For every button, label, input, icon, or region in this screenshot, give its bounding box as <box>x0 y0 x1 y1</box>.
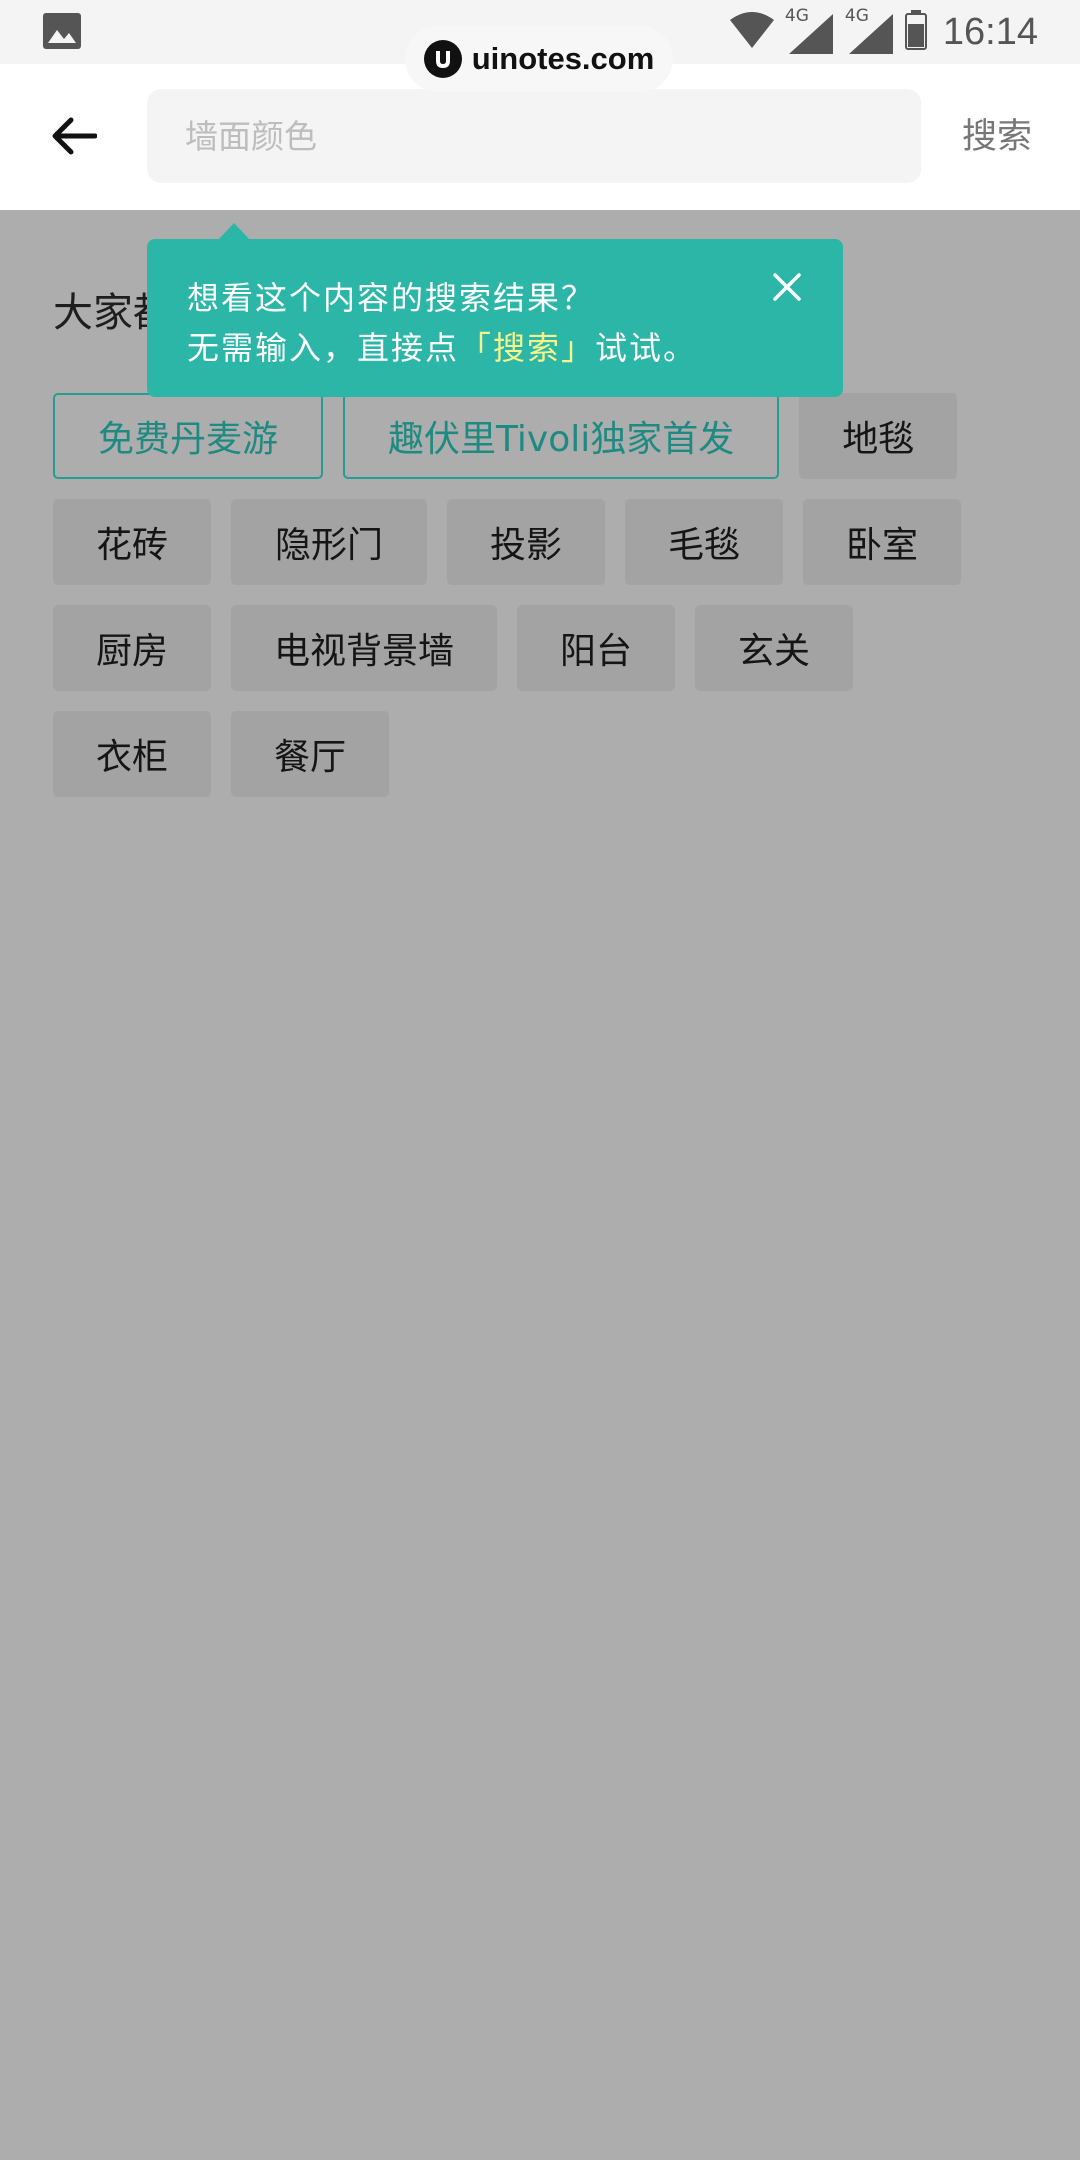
tag-item[interactable]: 衣柜 <box>53 711 211 797</box>
watermark-text: uinotes.com <box>471 41 655 76</box>
search-input[interactable] <box>183 115 887 157</box>
tooltip-arrow <box>218 223 250 240</box>
tag-row: 厨房 电视背景墙 阳台 玄关 <box>53 605 1053 691</box>
image-icon <box>42 12 82 50</box>
tag-row: 免费丹麦游 趣伏里Tivoli独家首发 地毯 <box>53 393 1053 479</box>
back-button[interactable] <box>40 106 108 170</box>
tag-item[interactable]: 阳台 <box>517 605 676 691</box>
battery-icon <box>904 10 927 54</box>
tag-item[interactable]: 卧室 <box>803 499 961 585</box>
tooltip-highlight: 「搜索」 <box>459 329 596 367</box>
tooltip-line-2: 无需输入，直接点「搜索」试试。 <box>187 323 843 373</box>
tag-item[interactable]: 毛毯 <box>625 499 783 585</box>
search-box[interactable] <box>147 89 921 183</box>
tag-item[interactable]: 电视背景墙 <box>231 605 498 691</box>
arrow-left-icon <box>51 116 98 160</box>
tag-item[interactable]: 餐厅 <box>231 711 389 797</box>
tooltip-text: 试试。 <box>595 329 698 367</box>
tag-item[interactable]: 隐形门 <box>231 499 427 585</box>
tag-item[interactable]: 厨房 <box>53 605 211 691</box>
close-icon <box>767 273 807 311</box>
signal-icon: 4G <box>785 6 835 54</box>
tag-item[interactable]: 趣伏里Tivoli独家首发 <box>343 393 780 479</box>
tooltip-line-1: 想看这个内容的搜索结果？ <box>187 279 596 317</box>
signal-icon: 4G <box>845 6 895 54</box>
tag-row: 衣柜 餐厅 <box>53 711 1053 797</box>
tag-item[interactable]: 免费丹麦游 <box>53 393 324 479</box>
hot-search-tags: 免费丹麦游 趣伏里Tivoli独家首发 地毯 花砖 隐形门 投影 毛毯 卧室 厨… <box>53 393 1053 817</box>
tag-item[interactable]: 地毯 <box>799 393 958 479</box>
clock-time: 16:14 <box>942 10 1038 53</box>
tag-item[interactable]: 花砖 <box>53 499 211 585</box>
watermark-badge: uinotes.com <box>405 26 673 92</box>
tag-item[interactable]: 投影 <box>447 499 605 585</box>
uinotes-logo-icon <box>423 40 462 78</box>
close-tooltip-button[interactable] <box>767 267 807 307</box>
search-hint-tooltip: 想看这个内容的搜索结果？ 无需输入，直接点「搜索」试试。 <box>147 239 843 397</box>
wifi-icon <box>729 10 775 54</box>
tooltip-text: 无需输入，直接点 <box>187 329 460 367</box>
tag-row: 花砖 隐形门 投影 毛毯 卧室 <box>53 499 1053 585</box>
search-button[interactable]: 搜索 <box>962 108 1032 159</box>
tag-item[interactable]: 玄关 <box>695 605 854 691</box>
